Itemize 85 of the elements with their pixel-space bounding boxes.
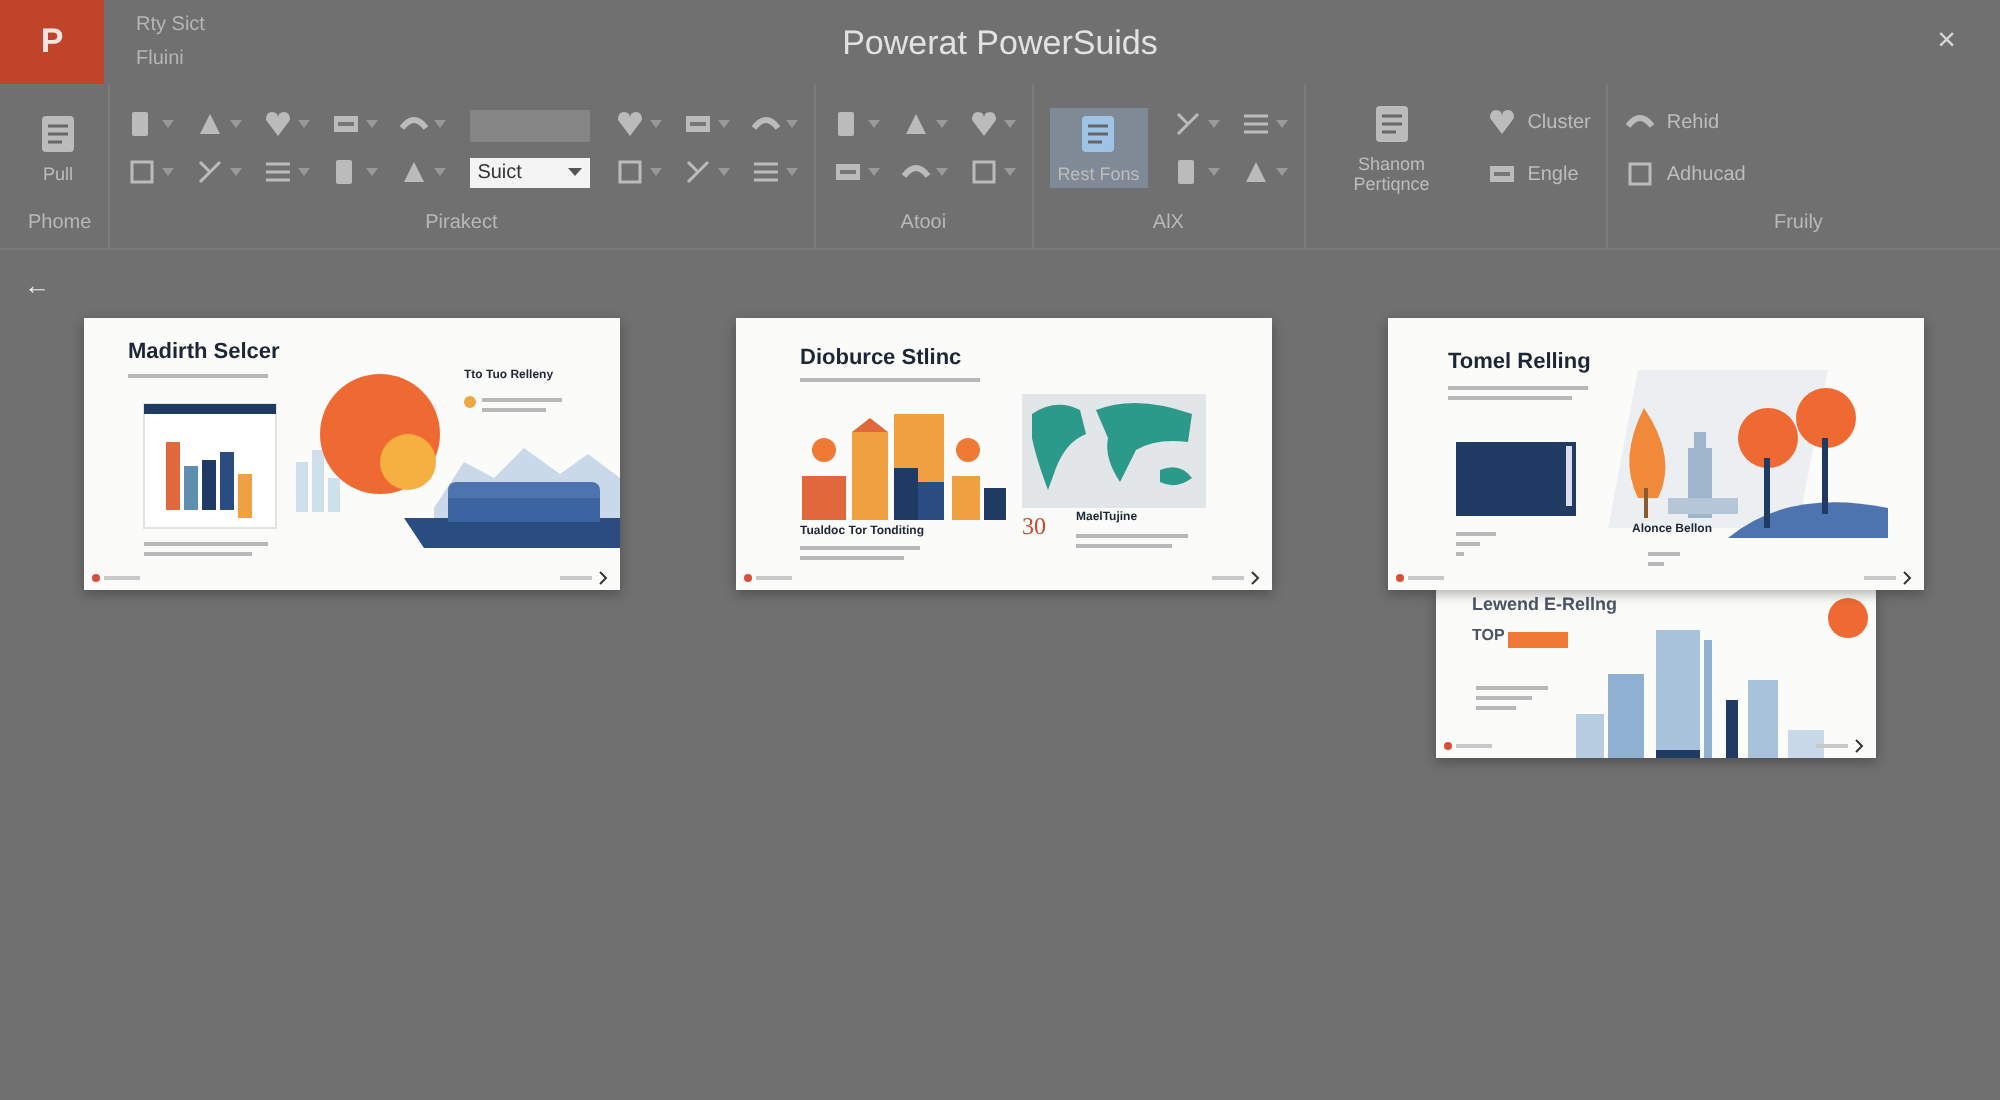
tool-button[interactable]	[261, 108, 310, 140]
group-label: Fruily	[1773, 212, 1823, 238]
tool-icon	[967, 156, 1000, 188]
tool-button[interactable]	[613, 108, 662, 140]
caret-icon	[717, 168, 730, 176]
caret-icon	[1003, 168, 1016, 176]
slide-title: Dioburce Stlinc	[800, 346, 962, 370]
figure-number: 30	[1022, 512, 1046, 542]
slide-title: Lewend E-Rellng	[1472, 594, 1618, 614]
tool-icon	[1171, 108, 1204, 140]
app-logo: P	[0, 0, 104, 84]
tool-button[interactable]	[681, 156, 730, 188]
caret-icon	[433, 168, 446, 176]
caret-icon	[717, 120, 730, 128]
sun-drawing	[320, 374, 440, 494]
window-title: Powerat PowerSuids	[842, 24, 1158, 64]
tree-drawing	[1796, 388, 1856, 514]
caret-icon	[867, 168, 880, 176]
tool-button[interactable]	[193, 156, 242, 188]
caret-icon	[365, 168, 378, 176]
ribbon-button[interactable]: Shanom Pertiqnce	[1321, 98, 1462, 198]
slide-thumbnail[interactable]: Lewend E-Rellng TOP	[1436, 590, 1876, 758]
tool-button[interactable]	[613, 156, 662, 188]
screen-drawing	[1456, 442, 1576, 516]
tool-icon	[967, 108, 1000, 140]
caret-icon	[1275, 120, 1288, 128]
highlight-bar	[1508, 632, 1568, 648]
document-icon	[36, 112, 80, 156]
tool-icon	[681, 156, 714, 188]
caret-icon	[1003, 120, 1016, 128]
tree-drawing	[1629, 408, 1666, 518]
caret-icon	[297, 120, 310, 128]
caret-icon	[649, 120, 662, 128]
caret-icon	[1207, 168, 1220, 176]
building-drawing	[1668, 432, 1738, 518]
tool-icon	[125, 156, 158, 188]
ribbon-button[interactable]: Adhucad	[1624, 158, 1746, 190]
caret-icon	[867, 120, 880, 128]
tool-icon	[193, 156, 226, 188]
tool-button[interactable]	[967, 156, 1016, 188]
caret-icon	[567, 168, 582, 176]
tree-drawing	[1738, 408, 1798, 528]
close-button[interactable]: ×	[1893, 0, 2000, 84]
ribbon-button[interactable]: Pull	[28, 108, 88, 188]
tool-icon	[1624, 158, 1657, 190]
caret-icon	[229, 168, 242, 176]
slide-heading: TOP	[1472, 626, 1505, 644]
tool-icon	[261, 108, 294, 140]
group-label: Pirakect	[425, 212, 498, 238]
tool-button[interactable]	[125, 156, 174, 188]
font-dropdown[interactable]: Suict	[469, 157, 590, 187]
caret-icon	[935, 120, 948, 128]
bar-chart-drawing	[143, 403, 277, 529]
tool-icon	[613, 108, 646, 140]
quick-access-label[interactable]: Rty Sict	[136, 14, 205, 36]
caret-icon	[785, 168, 798, 176]
tool-icon	[1485, 106, 1518, 138]
caret-icon	[935, 168, 948, 176]
caret-icon	[1275, 168, 1288, 176]
caret-icon	[433, 120, 446, 128]
ribbon-button[interactable]: Rest Fons	[1049, 108, 1148, 188]
pale-bars-drawing	[296, 450, 340, 512]
group-label: Phome	[28, 212, 92, 238]
caret-icon	[161, 120, 174, 128]
tool-button[interactable]	[967, 108, 1016, 140]
back-button[interactable]: ←	[16, 269, 58, 299]
caret-icon	[785, 120, 798, 128]
tool-button[interactable]	[1171, 108, 1220, 140]
sun-drawing	[1828, 598, 1868, 638]
caret-icon	[649, 168, 662, 176]
caret-icon	[297, 168, 310, 176]
group-label: AlX	[1152, 212, 1184, 238]
caret-icon	[229, 120, 242, 128]
ribbon-button[interactable]: Cluster	[1485, 106, 1591, 138]
quick-access-label[interactable]: Fluini	[136, 48, 205, 70]
caret-icon	[1207, 120, 1220, 128]
caret-icon	[365, 120, 378, 128]
slide-title: Tomel Relling	[1448, 350, 1591, 374]
slide-title: Madirth Selcer	[128, 340, 280, 364]
ribbon-button[interactable]: Rehid	[1624, 106, 1746, 138]
bullet-icon	[464, 396, 476, 408]
ribbon-button[interactable]: Engle	[1485, 158, 1591, 190]
caret-icon	[161, 168, 174, 176]
group-label: Atooi	[900, 212, 947, 238]
tool-icon	[613, 156, 646, 188]
